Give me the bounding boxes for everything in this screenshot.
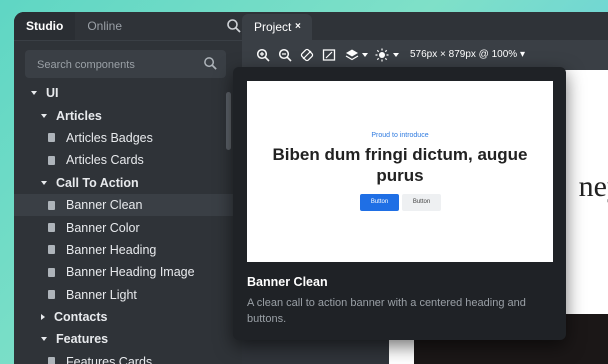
sidebar-tabs: Studio Online [14, 12, 242, 41]
tree-label: Banner Heading [66, 242, 157, 257]
popover-title: Banner Clean [247, 275, 328, 289]
tree-label: Banner Heading Image [66, 265, 195, 280]
chevron-down-icon [41, 180, 47, 185]
tree-label: Call To Action [56, 175, 139, 190]
search-field [25, 50, 226, 80]
chevron-down-icon [31, 91, 37, 96]
component-preview-popover: Proud to introduce Biben dum fringi dict… [233, 67, 566, 340]
canvas-text: ney [578, 170, 608, 203]
tree-label: Contacts [54, 310, 108, 325]
preview-eyebrow: Proud to introduce [371, 132, 429, 139]
chevron-down-icon[interactable] [362, 53, 368, 57]
tree-item-banner-heading-image[interactable]: Banner Heading Image [14, 261, 242, 283]
tree-label: Articles Cards [66, 153, 144, 168]
file-icon [48, 290, 55, 300]
search-input[interactable] [35, 50, 202, 80]
tree-folder-contacts[interactable]: Contacts [14, 306, 242, 328]
zoom-out-icon[interactable] [278, 48, 292, 62]
tree-folder-features[interactable]: Features [14, 328, 242, 350]
file-icon [48, 133, 55, 143]
file-icon [48, 267, 55, 277]
tree-label: UI [46, 86, 59, 101]
chevron-down-icon [41, 337, 47, 342]
tree-item-banner-heading[interactable]: Banner Heading [14, 239, 242, 261]
sidebar: Studio Online UI Articles [14, 12, 242, 364]
tree-label: Banner Clean [66, 198, 143, 213]
zoom-in-icon[interactable] [256, 48, 270, 62]
tree-label: Features [56, 332, 109, 347]
tree-label: Articles [56, 108, 102, 123]
rotate-icon[interactable] [300, 48, 314, 62]
preview-heading: Biben dum fringi dictum, augue purus [272, 145, 528, 185]
preview-secondary-button: Button [402, 194, 441, 211]
tree-item-articles-cards[interactable]: Articles Cards [14, 149, 242, 171]
tree-folder-call-to-action[interactable]: Call To Action [14, 172, 242, 194]
search-icon[interactable] [203, 56, 218, 71]
tab-online[interactable]: Online [75, 12, 134, 40]
file-icon [48, 223, 55, 233]
file-icon [48, 357, 55, 364]
close-icon[interactable]: × [295, 21, 301, 32]
document-tabbar: Project × [242, 12, 608, 40]
tree-label: Features Cards [66, 354, 153, 364]
tree-folder-articles[interactable]: Articles [14, 104, 242, 126]
layers-icon[interactable] [345, 48, 359, 62]
search-icon[interactable] [226, 18, 242, 34]
sidebar-scrollbar[interactable] [226, 92, 231, 150]
tree-item-articles-badges[interactable]: Articles Badges [14, 127, 242, 149]
component-thumbnail: Proud to introduce Biben dum fringi dict… [247, 81, 553, 262]
component-tree: UI Articles Articles Badges Articles Car… [14, 82, 242, 364]
fit-screen-icon[interactable] [322, 48, 336, 62]
file-icon [48, 245, 55, 255]
tree-item-features-cards[interactable]: Features Cards [14, 351, 242, 364]
chevron-down-icon [41, 113, 47, 118]
brightness-icon[interactable] [375, 48, 389, 62]
tree-item-banner-color[interactable]: Banner Color [14, 216, 242, 238]
tab-studio[interactable]: Studio [14, 12, 76, 40]
tree-folder-ui[interactable]: UI [14, 82, 242, 104]
tree-item-banner-light[interactable]: Banner Light [14, 284, 242, 306]
canvas-toolbar: 576px × 879px @ 100% ▾ [242, 40, 608, 70]
preview-primary-button: Button [360, 194, 399, 211]
tab-project[interactable]: Project × [242, 14, 312, 40]
file-icon [48, 155, 55, 165]
viewport-size-dropdown[interactable]: 576px × 879px @ 100% ▾ [410, 49, 525, 60]
chevron-right-icon [41, 314, 45, 321]
tree-label: Banner Light [66, 287, 137, 302]
chevron-down-icon[interactable] [393, 53, 399, 57]
tab-label: Project [254, 20, 292, 34]
tree-item-banner-clean[interactable]: Banner Clean [14, 193, 242, 217]
popover-description: A clean call to action banner with a cen… [247, 297, 526, 325]
file-icon [48, 200, 55, 210]
tree-label: Banner Color [66, 220, 140, 235]
tree-label: Articles Badges [66, 130, 153, 145]
